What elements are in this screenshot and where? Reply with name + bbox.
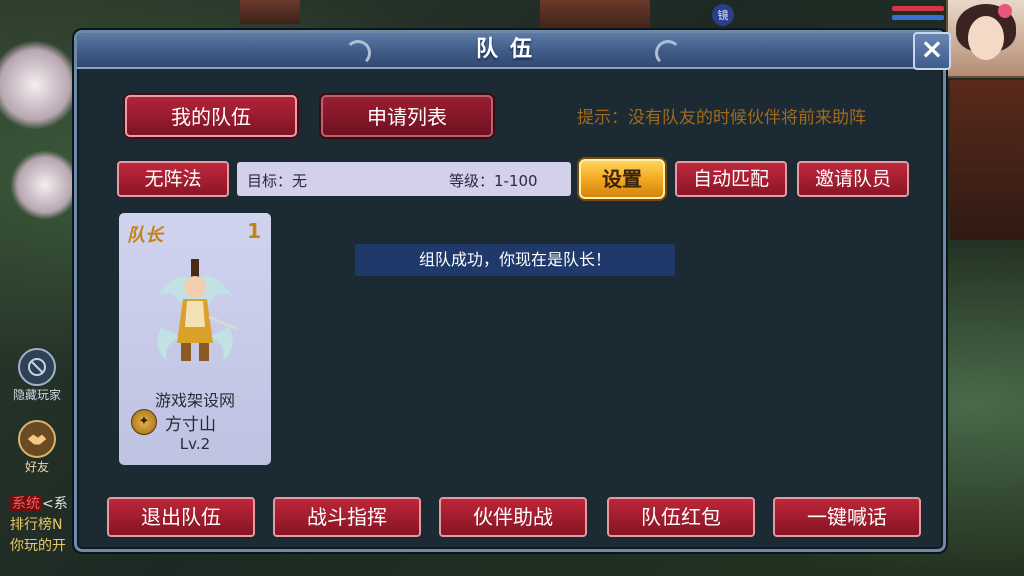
- chat-channel-tag: 系统: [10, 496, 42, 512]
- team-dialog: 队伍 × 我的队伍 申请列表 提示：没有队友的时候伙伴将前来助阵 无阵法 目标：…: [74, 30, 951, 552]
- chat-text: <系: [42, 496, 68, 512]
- one-click-shout-button[interactable]: 一键喊话: [773, 497, 921, 537]
- friends-button[interactable]: 好友: [4, 420, 70, 475]
- slot-number: 1: [247, 219, 261, 243]
- tab-my-team[interactable]: 我的队伍: [125, 95, 297, 137]
- friends-label: 好友: [24, 460, 49, 474]
- invite-member-button[interactable]: 邀请队员: [797, 161, 909, 197]
- team-member-card[interactable]: 队长 1 游戏架设网 ✦ 方寸山 Lv.2: [119, 213, 271, 465]
- school-emblem-icon: ✦: [131, 409, 157, 435]
- member-level: Lv.2: [179, 435, 211, 453]
- chat-line: 你玩的开: [10, 538, 66, 554]
- hide-players-icon: [18, 348, 56, 386]
- blossom-tree: [0, 40, 80, 130]
- building-roof: [540, 0, 650, 30]
- tab-application-list[interactable]: 申请列表: [321, 95, 493, 137]
- auto-match-button[interactable]: 自动匹配: [675, 161, 787, 197]
- team-success-toast: 组队成功，你现在是队长！: [355, 244, 675, 276]
- team-target-bar[interactable]: 目标：无 等级：1-100: [237, 162, 571, 196]
- battle-command-button[interactable]: 战斗指挥: [273, 497, 421, 537]
- map-badge-icon[interactable]: 镜: [712, 4, 734, 26]
- hide-players-label: 隐藏玩家: [12, 388, 61, 402]
- hp-mp-bars: [892, 6, 944, 24]
- player-avatar[interactable]: [946, 0, 1024, 78]
- target-text: 目标：无: [247, 172, 308, 190]
- captain-label: 队长: [127, 225, 163, 246]
- formation-button[interactable]: 无阵法: [117, 161, 229, 197]
- team-red-packet-button[interactable]: 队伍红包: [607, 497, 755, 537]
- mp-bar: [892, 15, 944, 20]
- member-school: 方寸山: [165, 415, 216, 435]
- hide-players-toggle[interactable]: 隐藏玩家: [4, 348, 70, 403]
- close-icon: ×: [920, 32, 944, 65]
- blossom-tree: [10, 150, 80, 220]
- hp-bar: [892, 6, 944, 11]
- partner-assist-button[interactable]: 伙伴助战: [439, 497, 587, 537]
- character-portrait: [157, 259, 238, 361]
- dialog-title: 队伍: [475, 37, 544, 62]
- chat-line: 排行榜N: [10, 517, 63, 533]
- building-roof: [240, 0, 300, 24]
- settings-button[interactable]: 设置: [579, 159, 665, 199]
- hint-text: 提示：没有队友的时候伙伴将前来助阵: [577, 108, 866, 128]
- building-wall: [950, 80, 1024, 240]
- leave-team-button[interactable]: 退出队伍: [107, 497, 255, 537]
- dialog-header: 队伍: [77, 33, 943, 69]
- close-button[interactable]: ×: [913, 32, 951, 70]
- level-range-text: 等级：1-100: [449, 172, 538, 190]
- chat-line: 系统 <系: [10, 493, 68, 513]
- avatar-face: [968, 16, 1004, 60]
- handshake-icon: [18, 420, 56, 458]
- member-name: 游戏架设网: [154, 391, 235, 410]
- avatar-flower: [998, 4, 1012, 18]
